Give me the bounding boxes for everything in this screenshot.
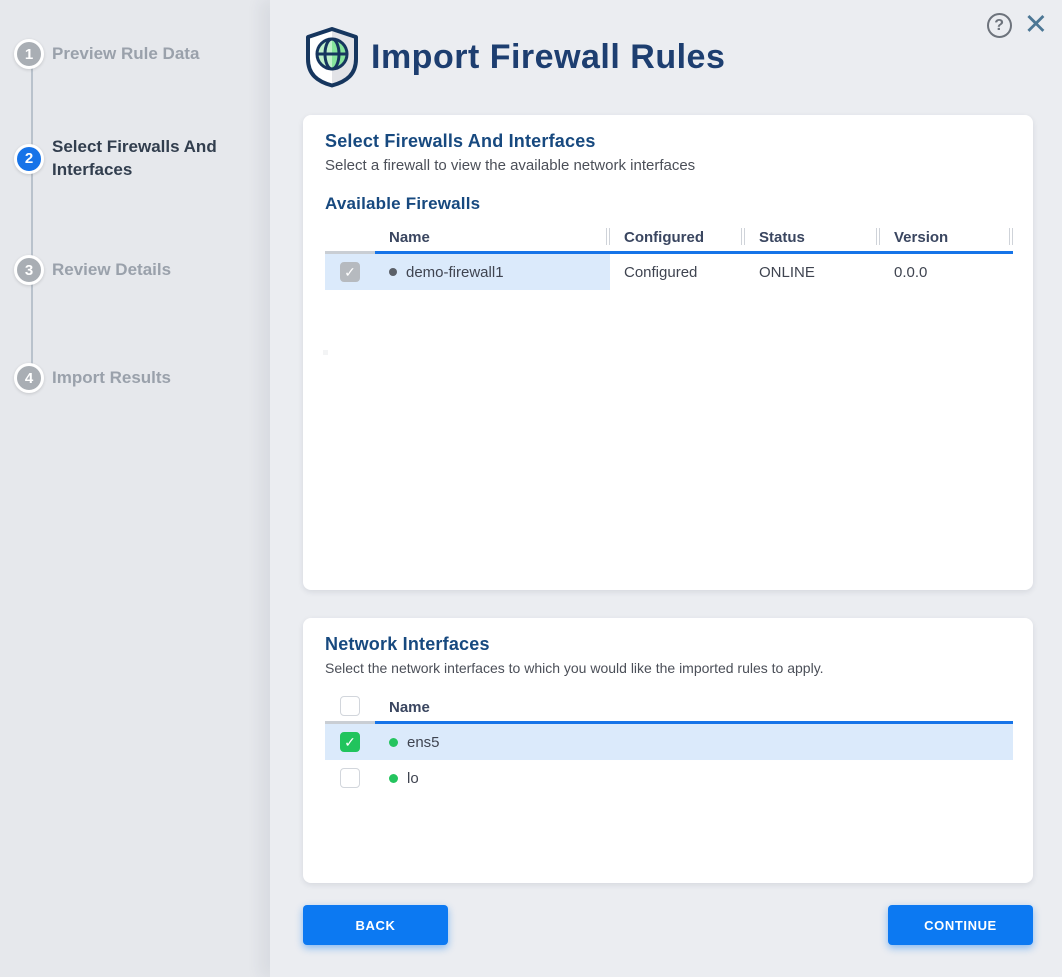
- window-controls: ? ✕: [987, 13, 1048, 38]
- interfaces-name-column-header[interactable]: Name: [375, 694, 1013, 724]
- firewall-checkbox-checked-disabled[interactable]: ✓: [340, 262, 360, 282]
- firewall-row-demo-firewall1[interactable]: ✓ demo-firewall1 Configured ONLINE 0.0.0: [325, 254, 1013, 290]
- dialog-header: Import Firewall Rules: [303, 26, 725, 88]
- step-select-firewalls[interactable]: 2 Select Firewalls And Interfaces: [14, 136, 260, 182]
- interface-row-checkbox-cell: ✓: [325, 732, 375, 752]
- interfaces-card-title: Network Interfaces: [325, 634, 1011, 655]
- step-import-results[interactable]: 4 Import Results: [14, 363, 260, 393]
- column-label-name: Name: [389, 699, 430, 716]
- firewall-status-value: ONLINE: [745, 264, 880, 281]
- firewall-row-status-cell: ONLINE: [745, 264, 880, 281]
- firewall-name: demo-firewall1: [406, 264, 504, 281]
- firewall-configured-value: Configured: [610, 264, 745, 281]
- firewall-status-dot: [389, 268, 397, 276]
- interface-row-lo[interactable]: lo: [325, 760, 1013, 796]
- firewalls-status-column-header[interactable]: Status: [745, 224, 880, 254]
- step-review-details[interactable]: 3 Review Details: [14, 255, 260, 285]
- continue-button[interactable]: CONTINUE: [888, 905, 1033, 945]
- select-firewalls-card: Select Firewalls And Interfaces Select a…: [303, 115, 1033, 590]
- column-label-status: Status: [759, 229, 805, 246]
- interfaces-card-subtitle: Select the network interfaces to which y…: [325, 660, 1011, 676]
- column-divider[interactable]: [1009, 228, 1013, 245]
- network-interfaces-card: Network Interfaces Select the network in…: [303, 618, 1033, 883]
- firewall-row-version-cell: 0.0.0: [880, 264, 1013, 281]
- firewalls-table: Name Configured Status Version: [325, 224, 1013, 290]
- shield-globe-icon: [303, 26, 361, 88]
- interface-checkbox-unchecked[interactable]: [340, 768, 360, 788]
- interface-row-name-cell: ens5: [375, 734, 1013, 751]
- firewalls-version-column-header[interactable]: Version: [880, 224, 1013, 254]
- loading-artifact-dot: [323, 350, 328, 355]
- firewalls-card-title: Select Firewalls And Interfaces: [325, 131, 1011, 152]
- column-label-configured: Configured: [624, 229, 704, 246]
- firewall-row-configured-cell: Configured: [610, 264, 745, 281]
- select-all-checkbox[interactable]: [340, 696, 360, 716]
- step-1-label: Preview Rule Data: [52, 43, 199, 66]
- firewall-version-value: 0.0.0: [880, 264, 1013, 281]
- interface-row-ens5[interactable]: ✓ ens5: [325, 724, 1013, 760]
- interface-row-name-cell: lo: [375, 770, 1013, 787]
- firewall-row-name-cell: demo-firewall1: [375, 254, 610, 290]
- firewalls-name-column-header[interactable]: Name: [375, 224, 610, 254]
- back-button[interactable]: BACK: [303, 905, 448, 945]
- step-4-circle: 4: [14, 363, 44, 393]
- column-label-version: Version: [894, 229, 948, 246]
- step-3-circle: 3: [14, 255, 44, 285]
- step-4-label: Import Results: [52, 367, 171, 390]
- interfaces-table: Name ✓ ens5 lo: [325, 694, 1013, 796]
- firewalls-table-header: Name Configured Status Version: [325, 224, 1013, 254]
- close-icon[interactable]: ✕: [1024, 13, 1048, 38]
- interface-name: ens5: [407, 734, 440, 751]
- firewall-row-checkbox-cell: ✓: [325, 254, 375, 290]
- column-label-name: Name: [389, 229, 430, 246]
- firewalls-configured-column-header[interactable]: Configured: [610, 224, 745, 254]
- help-icon[interactable]: ?: [987, 13, 1012, 38]
- interface-checkbox-checked[interactable]: ✓: [340, 732, 360, 752]
- dialog-title: Import Firewall Rules: [371, 38, 725, 77]
- stepper-connector-line: [31, 57, 33, 381]
- firewalls-card-subtitle: Select a firewall to view the available …: [325, 157, 1011, 174]
- step-preview-rule-data[interactable]: 1 Preview Rule Data: [14, 39, 260, 69]
- wizard-footer: BACK CONTINUE: [303, 905, 1033, 945]
- import-firewall-rules-wizard: Type to filter by name Summary Name Allo…: [0, 0, 1062, 977]
- wizard-stepper-sidebar: 1 Preview Rule Data 2 Select Firewalls A…: [0, 0, 270, 977]
- step-2-circle: 2: [14, 144, 44, 174]
- wizard-main-panel: ? ✕ Import Fi: [270, 0, 1062, 977]
- step-3-label: Review Details: [52, 259, 171, 282]
- interfaces-select-all-cell: [325, 690, 375, 724]
- step-1-circle: 1: [14, 39, 44, 69]
- available-firewalls-title: Available Firewalls: [325, 194, 1011, 214]
- step-2-label: Select Firewalls And Interfaces: [52, 136, 260, 182]
- firewalls-checkbox-column-header: [325, 224, 375, 254]
- interfaces-table-header: Name: [325, 694, 1013, 724]
- interface-name: lo: [407, 770, 419, 787]
- interface-row-checkbox-cell: [325, 768, 375, 788]
- interface-status-dot: [389, 738, 398, 747]
- interface-status-dot: [389, 774, 398, 783]
